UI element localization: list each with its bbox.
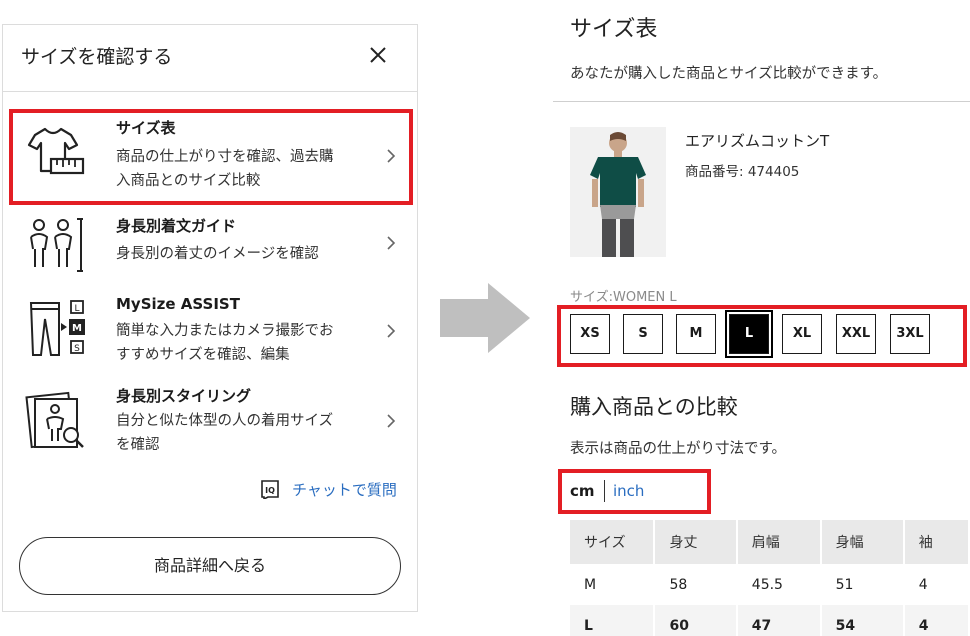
size-chart-panel: サイズ表 あなたが購入した商品とサイズ比較ができます。 エアリズムコットンT 商…	[553, 0, 970, 636]
size-button-m[interactable]: M	[676, 314, 716, 354]
page-subtitle: あなたが購入した商品とサイズ比較ができます。	[570, 66, 888, 82]
product-name: エアリズムコットンT	[685, 132, 830, 150]
unit-toggle-inch[interactable]: inch	[613, 482, 644, 500]
divider	[3, 91, 417, 92]
svg-text:IQ: IQ	[265, 486, 275, 495]
table-cell: 45.5	[736, 564, 822, 605]
panel-title: サイズを確認する	[21, 46, 173, 68]
table-header: 身丈	[654, 520, 738, 564]
pants-size-icon: L M S	[29, 300, 85, 356]
table-row: M 58 45.5 51 4	[570, 564, 970, 605]
arrow-right-icon	[440, 283, 530, 353]
menu-item-description: 自分と似た体型の人の着用サイズ を確認	[116, 413, 334, 453]
chevron-right-icon	[387, 414, 396, 428]
svg-text:S: S	[74, 344, 80, 354]
table-cell: 4	[903, 605, 970, 636]
table-cell: 60	[654, 605, 738, 636]
menu-item-title: 身長別着文ガイド	[116, 217, 237, 235]
chevron-right-icon	[387, 236, 396, 250]
unit-toggle-cm[interactable]: cm	[570, 482, 595, 500]
table-cell: 47	[736, 605, 822, 636]
menu-item-title: サイズ表	[116, 119, 176, 137]
table-cell: M	[570, 564, 656, 605]
selected-size-label: サイズ:WOMEN L	[570, 290, 677, 305]
size-button-l[interactable]: L	[725, 310, 773, 358]
table-header: 肩幅	[736, 520, 822, 564]
menu-item-title: 身長別スタイリング	[116, 387, 252, 405]
chat-iq-icon: IQ	[261, 480, 279, 499]
svg-text:L: L	[74, 304, 79, 314]
tshirt-ruler-icon	[27, 127, 85, 175]
table-header: 身幅	[820, 520, 905, 564]
svg-text:M: M	[72, 323, 82, 334]
product-image	[570, 127, 666, 257]
page-title: サイズ表	[570, 17, 658, 42]
menu-item-title: MySize ASSIST	[116, 295, 240, 313]
table-cell: 54	[820, 605, 905, 636]
table-cell: 51	[820, 564, 905, 605]
menu-item-mysize-assist[interactable]: L M S MySize ASSIST 簡単な入力またはカメラ撮影でお すすめサ…	[11, 291, 411, 375]
close-icon[interactable]	[365, 42, 391, 68]
back-to-product-button[interactable]: 商品詳細へ戻る	[19, 537, 401, 595]
table-header: 袖	[903, 520, 970, 564]
photo-search-icon	[25, 391, 84, 449]
table-header-row: サイズ 身丈 肩幅 身幅 袖	[570, 520, 970, 564]
table-row: L 60 47 54 4	[570, 605, 970, 636]
height-figures-icon	[30, 218, 83, 272]
menu-item-description: 身長別の着丈のイメージを確認	[116, 246, 319, 262]
unit-separator	[604, 480, 605, 502]
compare-title: 購入商品との比較	[570, 395, 738, 419]
size-comparison-table: サイズ 身丈 肩幅 身幅 袖 M 58 45.5 51 4 L 60 47 54…	[570, 520, 970, 636]
menu-item-size-chart[interactable]: サイズ表 商品の仕上がり寸を確認、過去購 入商品とのサイズ比較	[11, 109, 411, 207]
table-cell: 58	[654, 564, 738, 605]
menu-item-description: 商品の仕上がり寸を確認、過去購 入商品とのサイズ比較	[116, 149, 334, 189]
divider	[553, 101, 970, 102]
product-code: 商品番号: 474405	[685, 164, 800, 180]
size-button-xl[interactable]: XL	[782, 314, 822, 354]
size-button-xs[interactable]: XS	[570, 314, 610, 354]
chevron-right-icon	[387, 149, 396, 163]
size-button-xxl[interactable]: XXL	[836, 314, 876, 354]
compare-note: 表示は商品の仕上がり寸法です。	[570, 441, 787, 457]
table-header: サイズ	[570, 520, 656, 564]
size-button-3xl[interactable]: 3XL	[890, 314, 930, 354]
table-cell: 4	[903, 564, 970, 605]
size-button-s[interactable]: S	[623, 314, 663, 354]
menu-item-height-guide[interactable]: 身長別着文ガイド 身長別の着丈のイメージを確認	[11, 211, 411, 283]
table-cell: L	[570, 605, 656, 636]
size-check-panel: サイズを確認する サイズ表 商品の仕上がり寸を確認、過去購 入商品とのサイズ比較	[2, 24, 418, 612]
menu-item-description: 簡単な入力またはカメラ撮影でお すすめサイズを確認、編集	[116, 323, 334, 363]
chevron-right-icon	[387, 324, 396, 338]
chat-link-label: チャットで質問	[292, 481, 397, 499]
menu-item-height-styling[interactable]: 身長別スタイリング 自分と似た体型の人の着用サイズ を確認	[11, 381, 411, 465]
